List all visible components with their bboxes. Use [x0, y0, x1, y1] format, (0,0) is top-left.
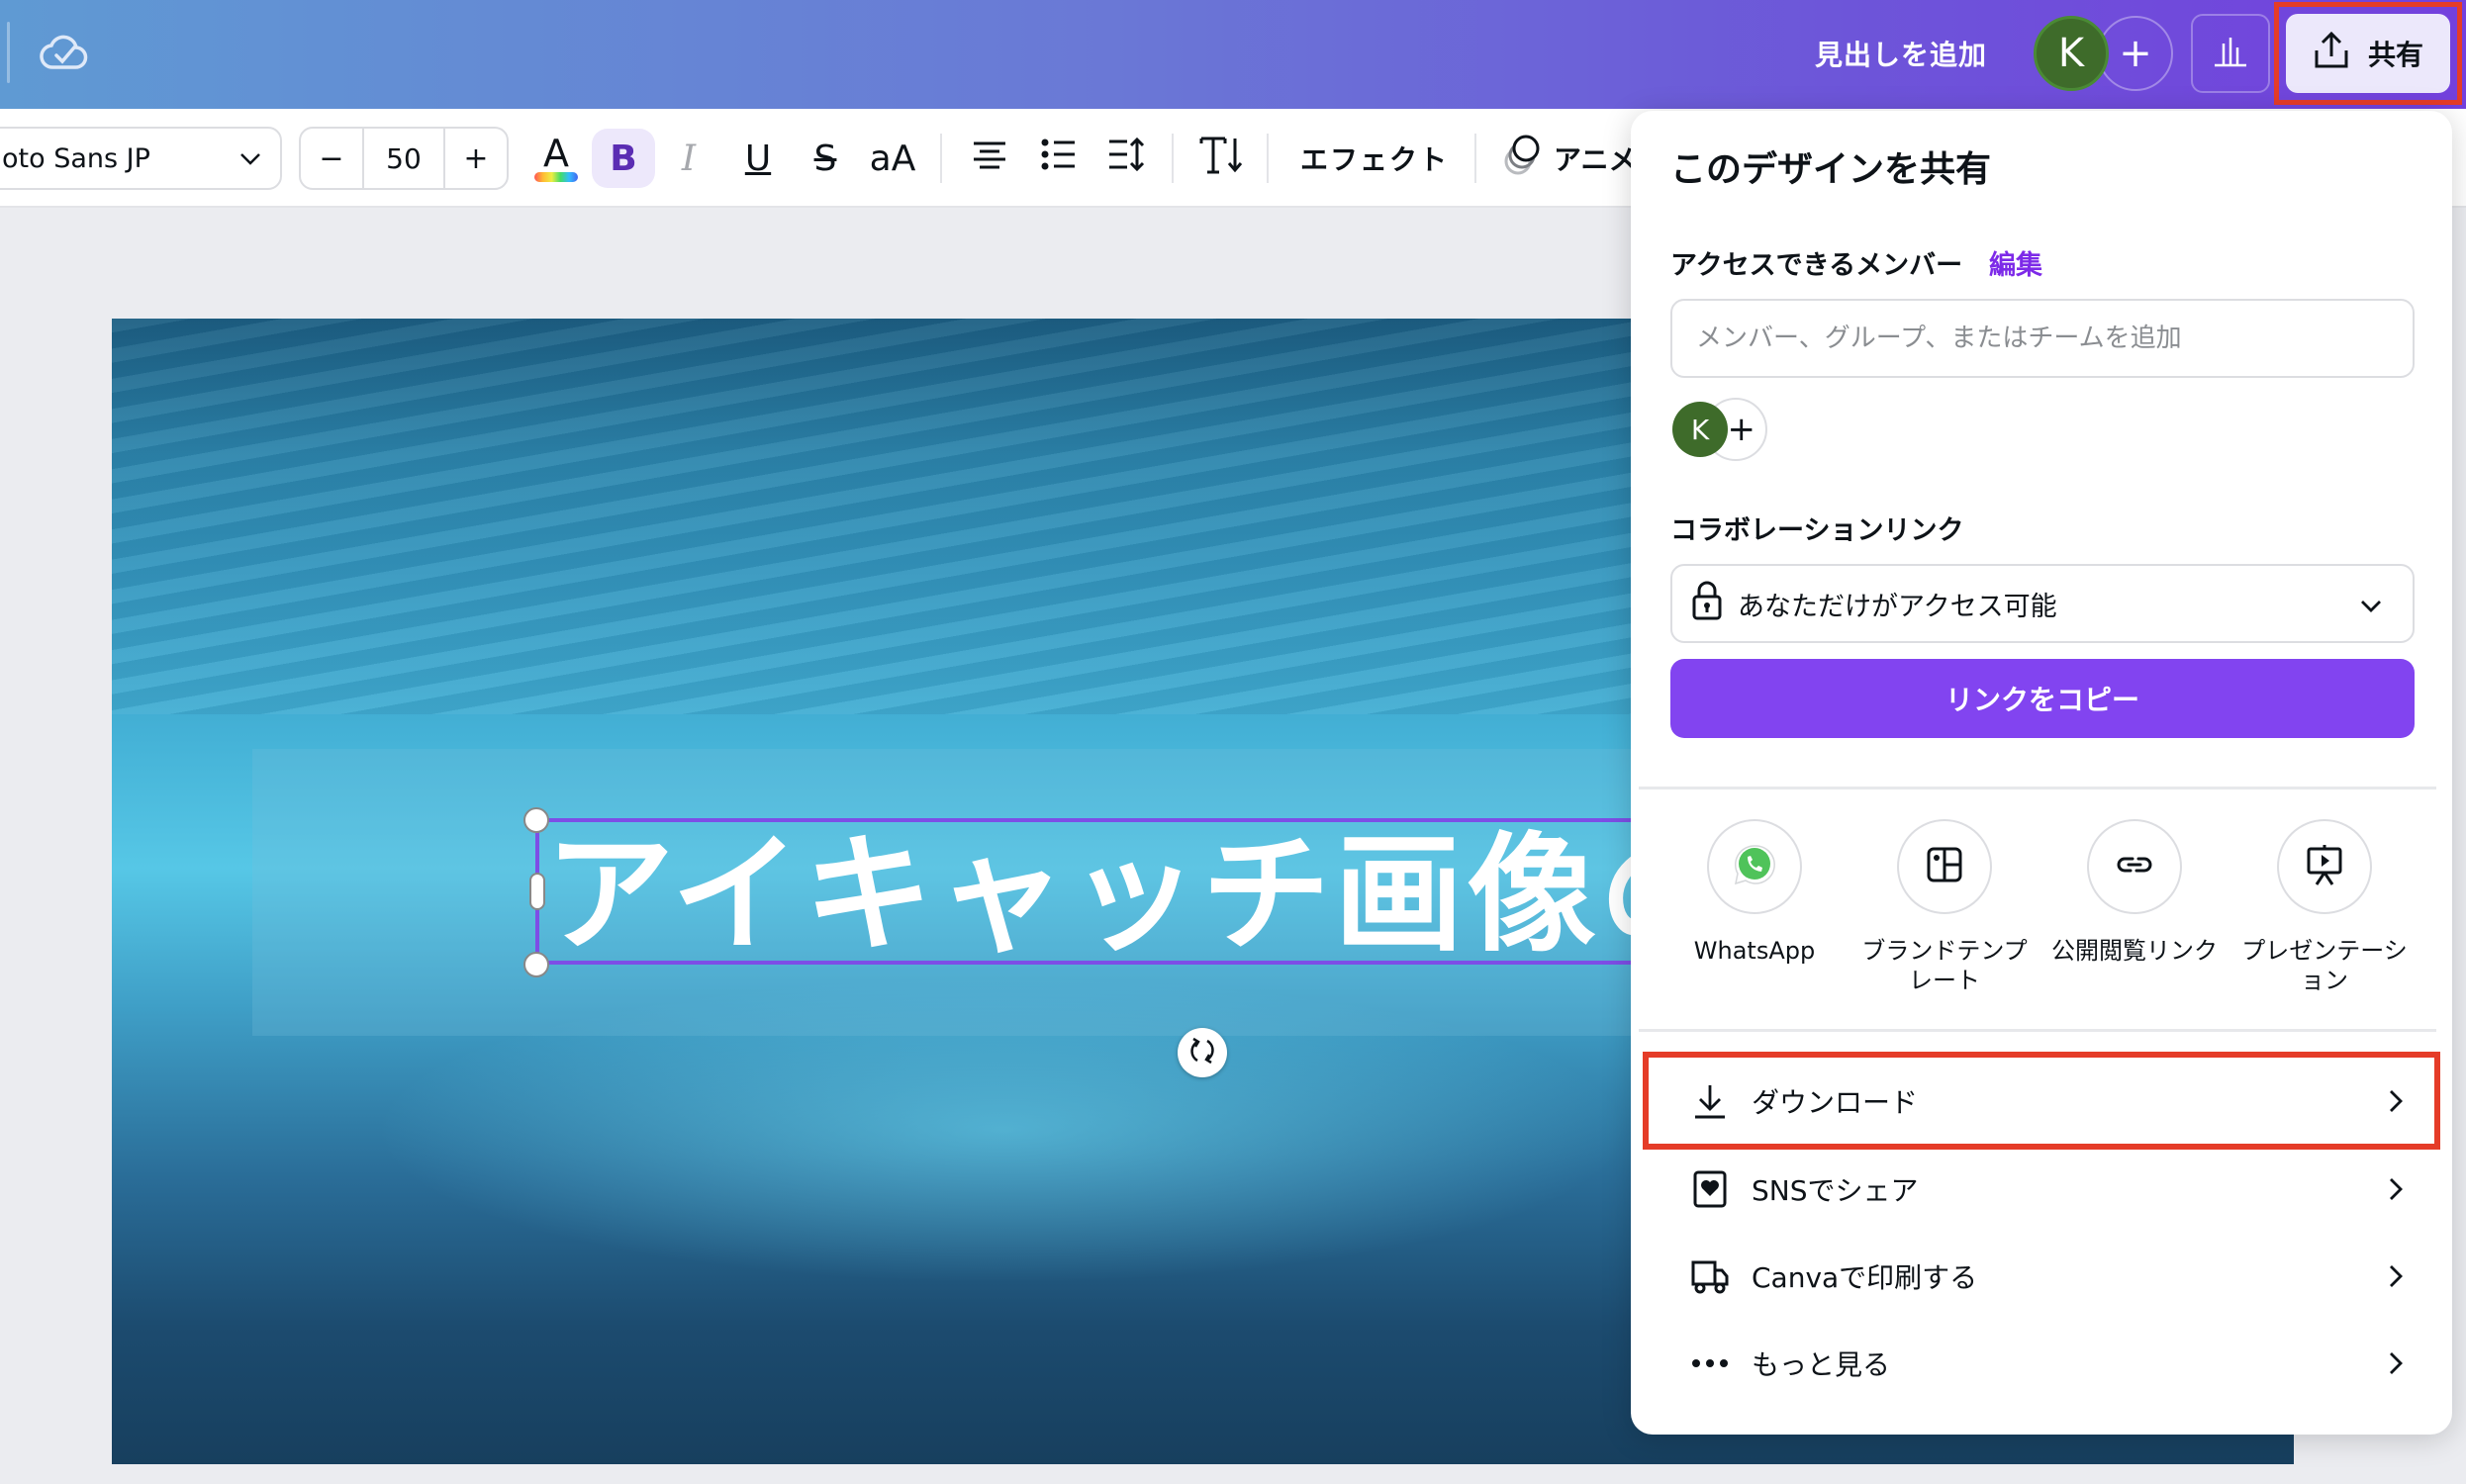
underline-button[interactable]: U [736, 129, 780, 188]
share-option-whatsapp[interactable]: WhatsApp [1660, 819, 1849, 966]
vertical-text-icon [1199, 135, 1243, 183]
share-button-highlight [2274, 2, 2462, 105]
menu-item-social-share[interactable]: SNSでシェア [1690, 1150, 2422, 1229]
menu-item-more[interactable]: もっと見る [1690, 1324, 2422, 1403]
add-heading-link[interactable]: 見出しを追加 [1815, 34, 1987, 73]
bullet-list-button[interactable] [1035, 129, 1083, 188]
line-spacing-icon [1107, 137, 1145, 180]
chevron-down-icon [237, 144, 264, 172]
menu-item-label: もっと見る [1752, 1348, 1891, 1381]
more-icon [1690, 1344, 1730, 1383]
italic-button[interactable]: I [669, 129, 709, 188]
menu-item-label: Canvaで印刷する [1752, 1261, 1978, 1294]
share-option-circle[interactable] [1707, 819, 1802, 914]
bullet-list-icon [1041, 139, 1077, 179]
share-panel-title: このデザインを共有 [1670, 149, 1992, 190]
share-option-label: WhatsApp [1693, 937, 1816, 965]
truck-icon [1690, 1256, 1730, 1296]
share-option-label: 公開閲覧リンク [2051, 937, 2218, 965]
font-size-value[interactable]: 50 [362, 129, 445, 188]
presentation-icon [2305, 843, 2344, 890]
text-color-icon: A [543, 132, 569, 175]
resize-handle-left[interactable] [529, 873, 545, 910]
text-color-button[interactable]: A [526, 129, 586, 188]
download-highlight [1643, 1052, 2440, 1150]
insights-button[interactable] [2191, 14, 2270, 93]
effects-button[interactable]: エフェクト [1300, 129, 1449, 188]
invite-button[interactable]: + [2098, 16, 2173, 91]
link-access-value: あなただけがアクセス可能 [1738, 591, 2057, 622]
resize-handle-bottom-left[interactable] [523, 952, 549, 977]
share-option-circle[interactable] [2087, 819, 2182, 914]
align-center-button[interactable] [966, 129, 1013, 188]
align-center-icon [972, 139, 1007, 179]
bold-button[interactable]: B [592, 129, 655, 188]
letter-case-button[interactable]: aA [863, 129, 922, 188]
member-search-input[interactable] [1670, 299, 2415, 378]
line-spacing-button[interactable] [1102, 129, 1150, 188]
chevron-right-icon [2383, 1349, 2407, 1377]
share-option-presentation[interactable]: プレゼンテーション [2230, 819, 2419, 995]
top-bar: 見出しを追加 K + 共有 [0, 0, 2466, 109]
rotate-icon [1187, 1036, 1217, 1069]
collab-link-label: コラボレーションリンク [1670, 515, 1964, 546]
menu-item-print[interactable]: Canvaで印刷する [1690, 1237, 2422, 1316]
strikethrough-button[interactable]: S [806, 129, 845, 188]
copy-link-button[interactable]: リンクをコピー [1670, 659, 2415, 738]
resize-handle-top-left[interactable] [523, 807, 549, 833]
share-option-brand-template[interactable]: ブランドテンプレート [1850, 819, 2039, 995]
chevron-right-icon [2383, 1262, 2407, 1290]
chevron-right-icon [2383, 1175, 2407, 1203]
edit-members-link[interactable]: 編集 [1989, 243, 2042, 282]
share-option-label: プレゼンテーション [2241, 937, 2408, 994]
member-avatar[interactable]: K [1672, 402, 1728, 457]
topbar-divider [7, 22, 10, 83]
share-option-label: ブランドテンプレート [1861, 937, 2028, 994]
cloud-check-icon[interactable] [40, 30, 89, 73]
color-rainbow-bar [534, 172, 578, 182]
vertical-text-button[interactable] [1195, 129, 1247, 188]
rotate-handle[interactable] [1178, 1028, 1227, 1077]
increase-font-size-button[interactable]: + [445, 129, 507, 188]
panel-divider [1639, 1029, 2436, 1032]
members-label: アクセスできるメンバー [1670, 250, 1963, 281]
toolbar-separator [1172, 134, 1174, 183]
decrease-font-size-button[interactable]: − [301, 129, 362, 188]
share-panel: このデザインを共有 アクセスできるメンバー 編集 K + コラボレーションリンク… [1631, 111, 2452, 1435]
animate-button[interactable]: アニメ [1502, 129, 1636, 188]
toolbar-separator [940, 134, 942, 183]
font-family-value: oto Sans JP [2, 142, 150, 174]
toolbar-separator [1474, 134, 1476, 183]
whatsapp-icon [1733, 843, 1776, 890]
panel-divider [1639, 787, 2436, 789]
toolbar-separator [1267, 134, 1269, 183]
headline-text[interactable]: アイキャッチ画像の [545, 825, 1733, 964]
share-option-circle[interactable] [1897, 819, 1992, 914]
menu-item-label: SNSでシェア [1752, 1174, 1919, 1207]
font-family-select[interactable]: oto Sans JP [0, 127, 282, 190]
link-access-select[interactable]: あなただけがアクセス可能 [1670, 564, 2415, 643]
bar-chart-icon [2213, 36, 2248, 71]
share-option-public-link[interactable]: 公開閲覧リンク [2040, 819, 2229, 966]
chevron-down-icon [2357, 592, 2385, 619]
animate-label: アニメ [1554, 143, 1637, 176]
share-option-circle[interactable] [2277, 819, 2372, 914]
link-icon [2115, 847, 2154, 886]
font-size-stepper[interactable]: − 50 + [299, 127, 509, 190]
animate-icon [1502, 134, 1544, 184]
brand-template-icon [1925, 845, 1964, 888]
user-avatar[interactable]: K [2034, 16, 2109, 91]
social-share-icon [1690, 1169, 1730, 1209]
lock-icon [1692, 581, 1722, 627]
